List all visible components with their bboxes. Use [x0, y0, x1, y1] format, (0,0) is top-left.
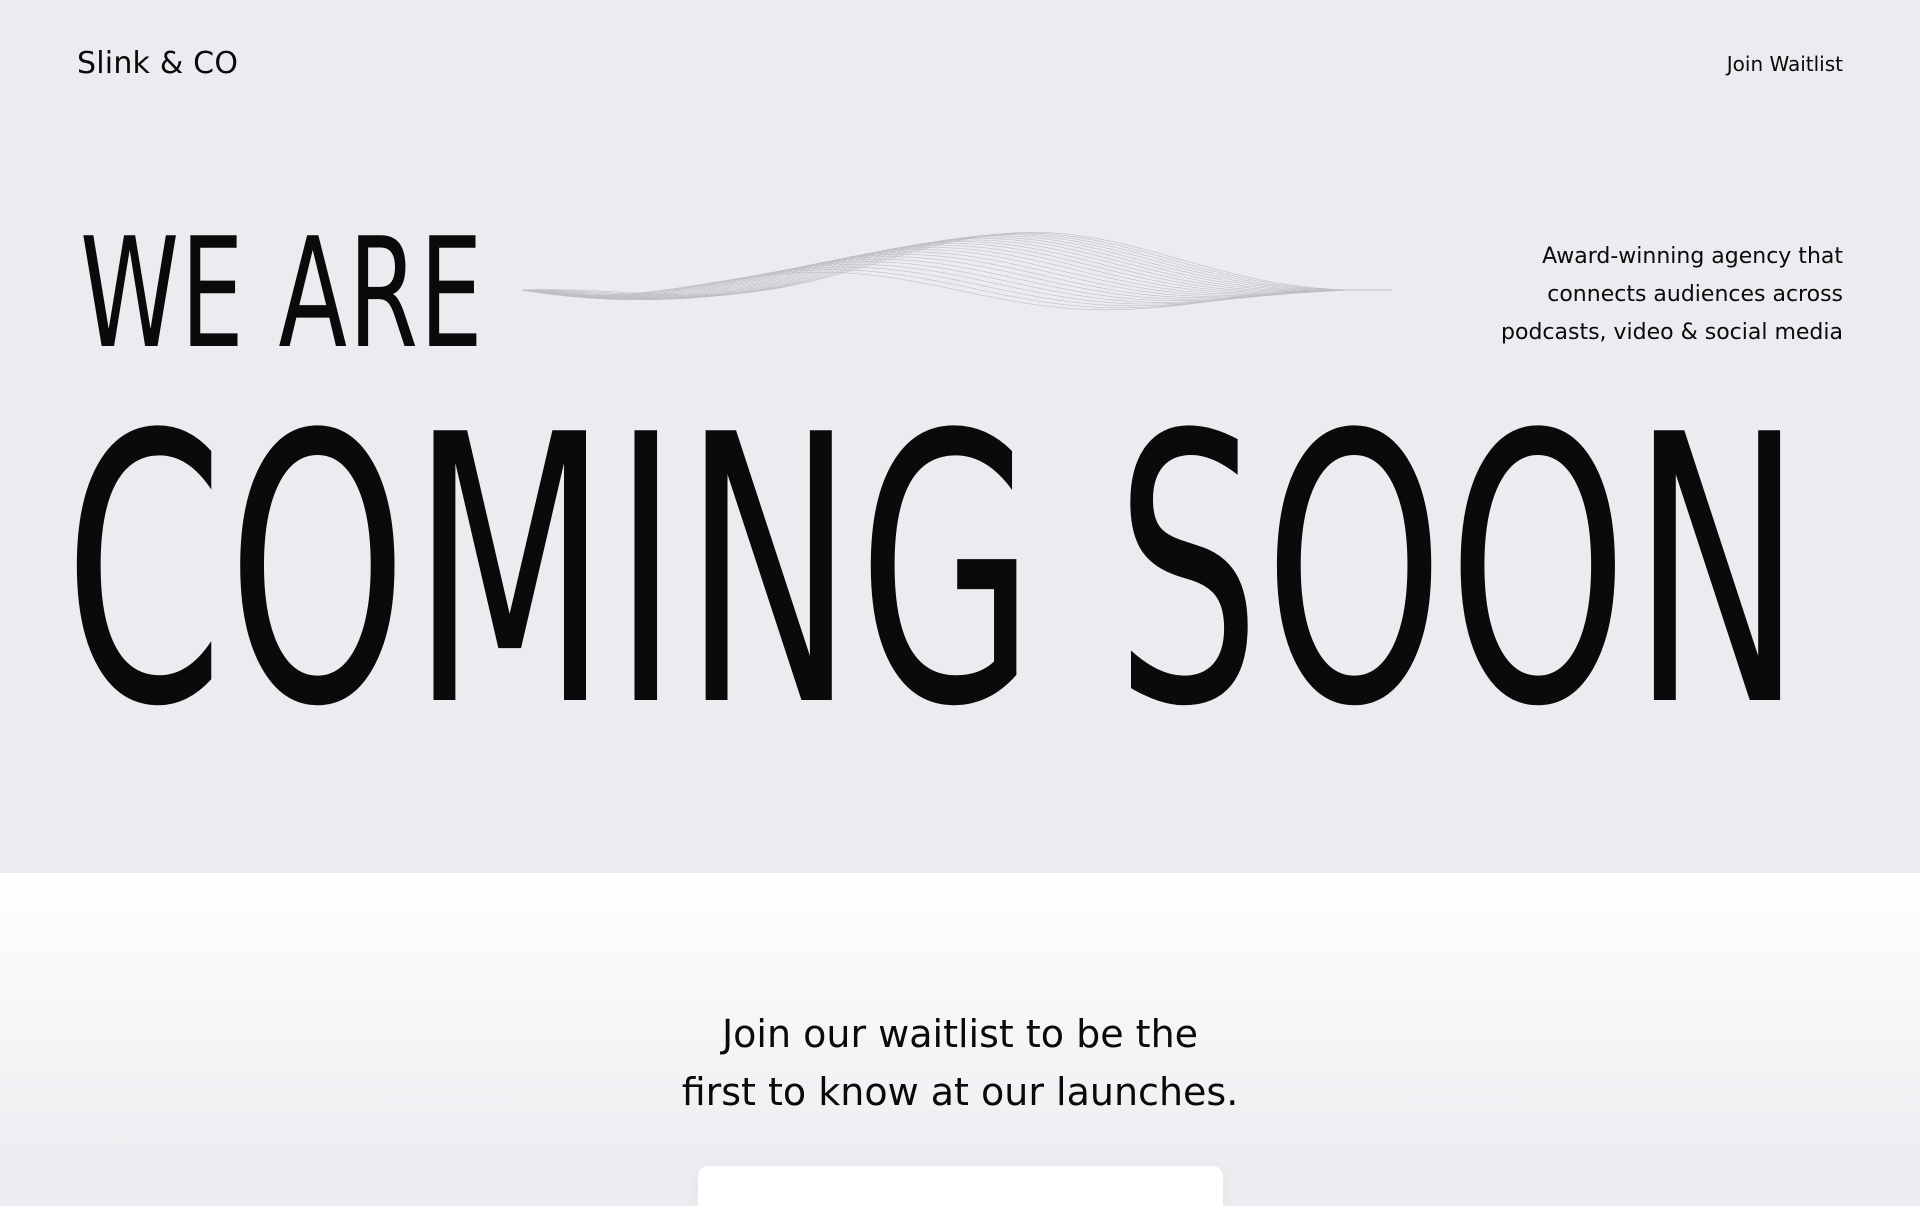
wave-line — [522, 232, 1392, 297]
tagline-line: connects audiences across — [1547, 282, 1843, 307]
wave-line — [522, 249, 1392, 300]
tagline-line: podcasts, video & social media — [1501, 320, 1843, 345]
wave-line — [522, 236, 1392, 300]
headline-we-are: WE ARE — [80, 205, 485, 382]
wave-mesh-graphic — [522, 232, 1392, 311]
waitlist-email-field[interactable] — [698, 1166, 1223, 1206]
join-waitlist-link[interactable]: Join Waitlist — [1727, 52, 1843, 76]
hero-section: Slink & CO Join Waitlist WE ARE Award-wi… — [0, 0, 1920, 873]
tagline-line: Award-winning agency that — [1542, 244, 1843, 269]
waitlist-heading: Join our waitlist to be the first to kno… — [0, 1005, 1920, 1121]
wave-line — [522, 272, 1392, 311]
wave-line — [522, 239, 1392, 300]
agency-tagline: Award-winning agency that connects audie… — [1423, 238, 1843, 352]
headline-coming-soon: COMING SOON — [64, 358, 1807, 788]
brand-logo[interactable]: Slink & CO — [77, 46, 238, 81]
waitlist-heading-line: Join our waitlist to be the — [721, 1012, 1199, 1056]
waitlist-heading-line: first to know at our launches. — [681, 1070, 1239, 1114]
